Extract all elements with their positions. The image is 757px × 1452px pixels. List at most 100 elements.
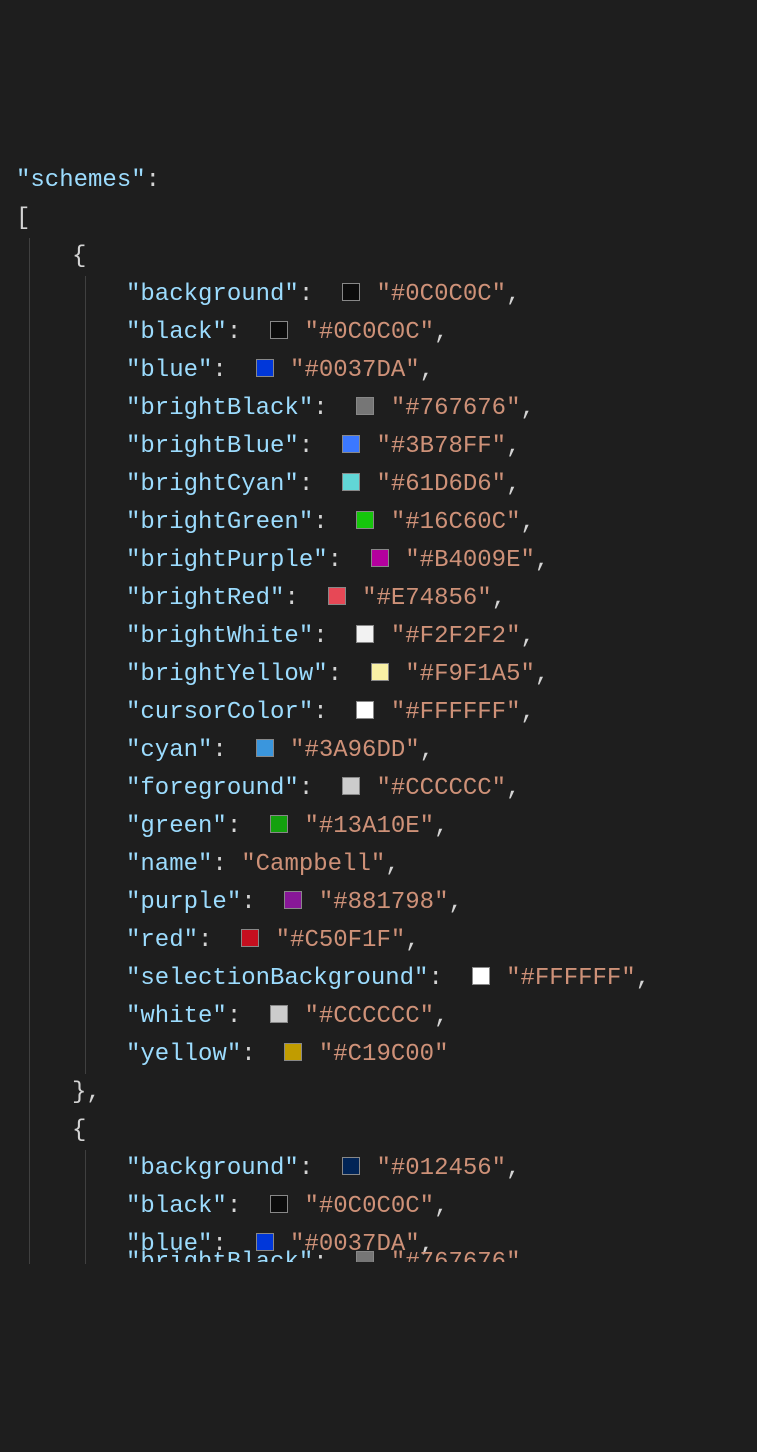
code-line[interactable]: "brightYellow": "#F9F1A5", <box>16 656 757 694</box>
colon: : <box>313 623 342 650</box>
json-key: "brightRed" <box>126 585 284 612</box>
colon: : <box>328 547 357 574</box>
comma: , <box>405 927 419 954</box>
color-swatch-icon[interactable] <box>241 929 259 947</box>
indent-guide <box>85 542 86 580</box>
open-brace: { <box>72 1117 86 1144</box>
code-line[interactable]: "schemes": <box>16 162 757 200</box>
code-line[interactable]: "brightBlack": "#767676", <box>16 390 757 428</box>
indent-guide <box>29 884 30 922</box>
code-line[interactable]: "black": "#0C0C0C", <box>16 1188 757 1226</box>
open-brace: { <box>72 243 86 270</box>
json-string: "#F2F2F2" <box>391 623 521 650</box>
indent-guide <box>85 770 86 808</box>
indent-guide <box>85 1188 86 1226</box>
color-swatch-icon[interactable] <box>356 397 374 415</box>
comma: , <box>420 737 434 764</box>
indent-guide <box>85 466 86 504</box>
color-swatch-icon[interactable] <box>284 1043 302 1061</box>
color-swatch-icon[interactable] <box>472 967 490 985</box>
color-swatch-icon[interactable] <box>371 549 389 567</box>
json-key: "background" <box>126 281 299 308</box>
json-key: "selectionBackground" <box>126 965 428 992</box>
json-editor[interactable]: "schemes":[{"background": "#0C0C0C","bla… <box>16 162 757 1262</box>
code-line[interactable]: "white": "#CCCCCC", <box>16 998 757 1036</box>
json-string: "#0C0C0C" <box>304 1193 434 1220</box>
indent-guide <box>29 352 30 390</box>
comma: , <box>520 509 534 536</box>
color-swatch-icon[interactable] <box>342 283 360 301</box>
indent-guide <box>29 656 30 694</box>
color-swatch-icon[interactable] <box>328 587 346 605</box>
json-key: "red" <box>126 927 198 954</box>
color-swatch-icon[interactable] <box>356 511 374 529</box>
json-string: "#881798" <box>319 889 449 916</box>
code-line[interactable]: "brightBlue": "#3B78FF", <box>16 428 757 466</box>
code-line[interactable]: "purple": "#881798", <box>16 884 757 922</box>
indent-guide <box>29 846 30 884</box>
json-key: "foreground" <box>126 775 299 802</box>
colon: : <box>212 737 241 764</box>
code-line[interactable]: "black": "#0C0C0C", <box>16 314 757 352</box>
comma: , <box>520 1249 534 1262</box>
code-line[interactable]: "name": "Campbell", <box>16 846 757 884</box>
code-line[interactable]: "background": "#0C0C0C", <box>16 276 757 314</box>
indent-guide <box>29 504 30 542</box>
json-key: "schemes" <box>16 167 146 194</box>
code-line[interactable]: "yellow": "#C19C00" <box>16 1036 757 1074</box>
color-swatch-icon[interactable] <box>356 701 374 719</box>
code-line[interactable]: "foreground": "#CCCCCC", <box>16 770 757 808</box>
color-swatch-icon[interactable] <box>342 435 360 453</box>
json-string: "#FFFFFF" <box>506 965 636 992</box>
color-swatch-icon[interactable] <box>371 663 389 681</box>
code-line[interactable]: "brightCyan": "#61D6D6", <box>16 466 757 504</box>
json-key: "brightPurple" <box>126 547 328 574</box>
code-line[interactable]: "brightGreen": "#16C60C", <box>16 504 757 542</box>
code-line[interactable]: "selectionBackground": "#FFFFFF", <box>16 960 757 998</box>
color-swatch-icon[interactable] <box>356 625 374 643</box>
code-line[interactable]: { <box>16 238 757 276</box>
code-line[interactable]: }, <box>16 1074 757 1112</box>
indent-guide <box>29 1036 30 1074</box>
indent-guide <box>85 884 86 922</box>
json-string: "#3B78FF" <box>376 433 506 460</box>
indent-guide <box>85 618 86 656</box>
indent-guide <box>29 998 30 1036</box>
code-line[interactable]: "background": "#012456", <box>16 1150 757 1188</box>
code-line[interactable]: "blue": "#0037DA", <box>16 352 757 390</box>
color-swatch-icon[interactable] <box>270 1005 288 1023</box>
indent-guide <box>85 428 86 466</box>
json-string: "#0037DA" <box>290 357 420 384</box>
color-swatch-icon[interactable] <box>342 1157 360 1175</box>
color-swatch-icon[interactable] <box>270 815 288 833</box>
indent-guide <box>29 276 30 314</box>
colon: : <box>299 775 328 802</box>
color-swatch-icon[interactable] <box>356 1251 374 1262</box>
indent-guide <box>29 390 30 428</box>
color-swatch-icon[interactable] <box>342 473 360 491</box>
code-line[interactable]: "cursorColor": "#FFFFFF", <box>16 694 757 732</box>
color-swatch-icon[interactable] <box>270 1195 288 1213</box>
indent-guide <box>85 1036 86 1074</box>
code-line[interactable]: "red": "#C50F1F", <box>16 922 757 960</box>
color-swatch-icon[interactable] <box>256 1233 274 1251</box>
code-line[interactable]: { <box>16 1112 757 1150</box>
code-line[interactable]: "brightWhite": "#F2F2F2", <box>16 618 757 656</box>
code-line[interactable]: "cyan": "#3A96DD", <box>16 732 757 770</box>
colon: : <box>227 1003 256 1030</box>
json-key: "brightYellow" <box>126 661 328 688</box>
color-swatch-icon[interactable] <box>270 321 288 339</box>
code-line[interactable]: [ <box>16 200 757 238</box>
code-line[interactable]: "brightBlack": "#767676", <box>16 1244 757 1262</box>
color-swatch-icon[interactable] <box>342 777 360 795</box>
json-key: "blue" <box>126 357 212 384</box>
code-line[interactable]: "brightPurple": "#B4009E", <box>16 542 757 580</box>
color-swatch-icon[interactable] <box>256 739 274 757</box>
code-line[interactable]: "green": "#13A10E", <box>16 808 757 846</box>
color-swatch-icon[interactable] <box>284 891 302 909</box>
indent-guide <box>85 1150 86 1188</box>
colon: : <box>313 1249 342 1262</box>
code-line[interactable]: "brightRed": "#E74856", <box>16 580 757 618</box>
color-swatch-icon[interactable] <box>256 359 274 377</box>
indent-guide <box>29 960 30 998</box>
